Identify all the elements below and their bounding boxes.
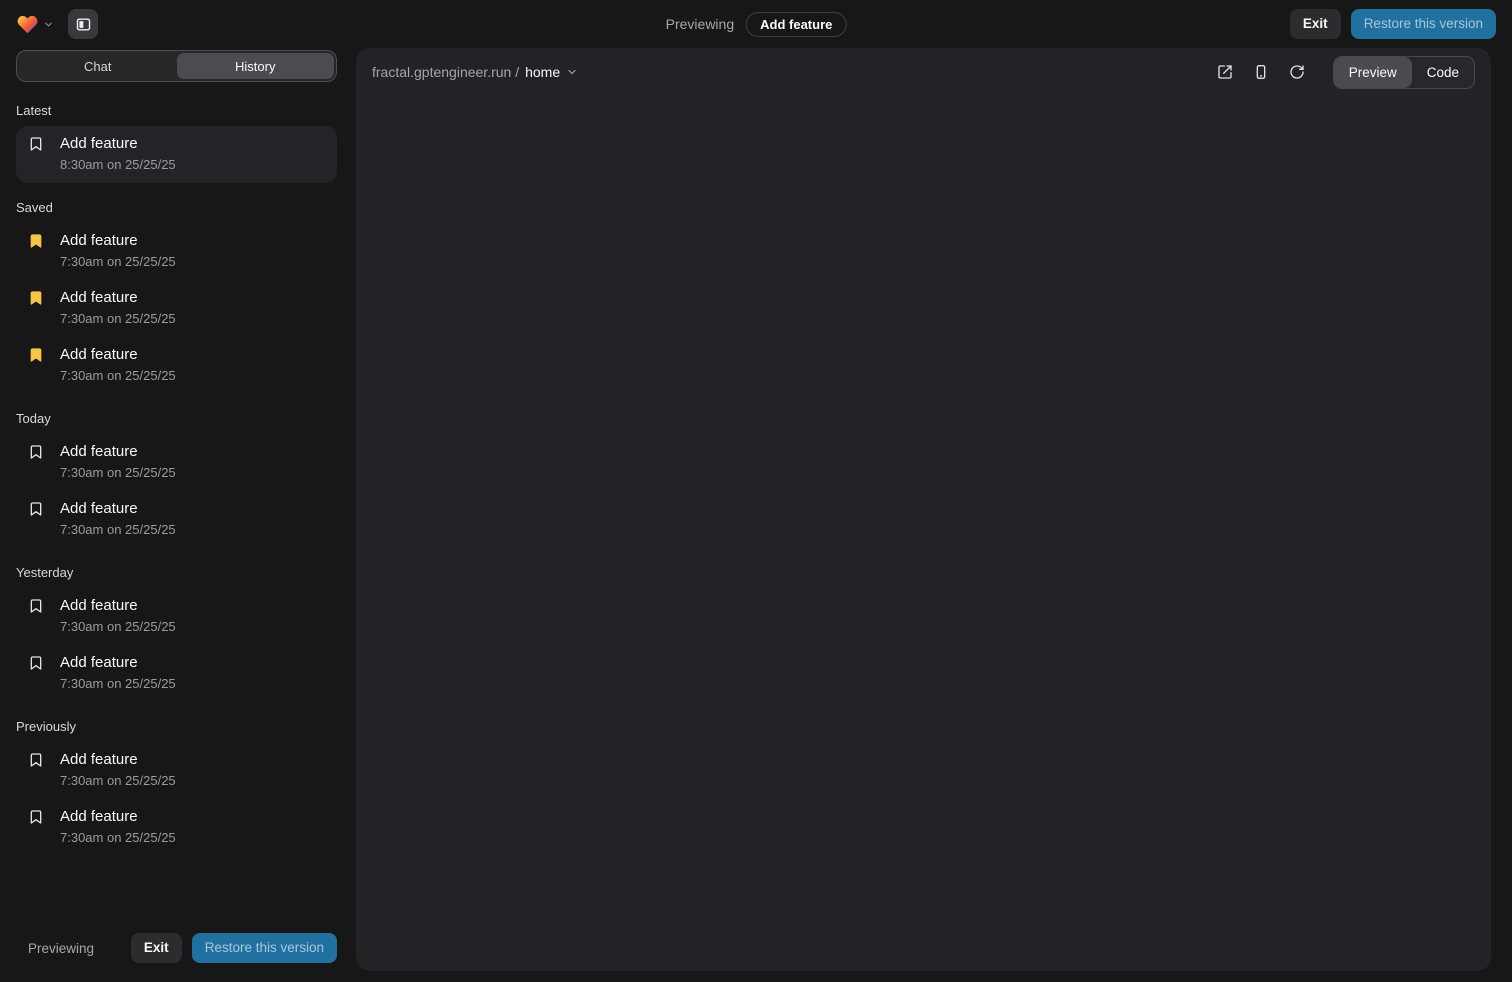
- version-item[interactable]: Add feature 7:30am on 25/25/25: [16, 588, 337, 645]
- history-section-latest: Latest Add feature 8:30am on 25/25/25: [16, 103, 337, 183]
- version-title: Add feature: [60, 289, 138, 306]
- version-item[interactable]: Add feature 8:30am on 25/25/25: [16, 126, 337, 183]
- version-title: Add feature: [60, 654, 138, 671]
- sidebar-toggle-button[interactable]: [68, 9, 98, 39]
- section-label: Latest: [16, 103, 337, 118]
- lovable-logo-icon: [16, 14, 39, 35]
- version-title: Add feature: [60, 135, 138, 152]
- bookmark-icon: [28, 136, 44, 152]
- bookmark-icon: [28, 752, 44, 768]
- topbar: Previewing Add feature Exit Restore this…: [0, 0, 1512, 48]
- version-item[interactable]: Add feature 7:30am on 25/25/25: [16, 799, 337, 856]
- version-title: Add feature: [60, 597, 138, 614]
- url-prefix: fractal.gptengineer.run /: [372, 64, 519, 80]
- section-items: Add feature 8:30am on 25/25/25: [16, 126, 337, 183]
- history-section-saved: Saved Add feature 7:30am on 25/25/25 Add…: [16, 200, 337, 394]
- main-layout: ChatHistory Latest Add feature 8:30am on…: [0, 48, 1512, 982]
- section-label: Yesterday: [16, 565, 337, 580]
- version-item[interactable]: Add feature 7:30am on 25/25/25: [16, 223, 337, 280]
- section-items: Add feature 7:30am on 25/25/25 Add featu…: [16, 742, 337, 856]
- version-item[interactable]: Add feature 7:30am on 25/25/25: [16, 645, 337, 702]
- bookmark-icon: [28, 655, 44, 671]
- exit-button[interactable]: Exit: [1290, 9, 1341, 39]
- tab-history[interactable]: History: [177, 53, 335, 79]
- bookmark-filled-icon: [28, 233, 44, 249]
- previewing-label: Previewing: [28, 941, 94, 956]
- version-title: Add feature: [60, 232, 138, 249]
- bookmark-icon: [28, 598, 44, 614]
- version-title: Add feature: [60, 443, 138, 460]
- history-section-today: Today Add feature 7:30am on 25/25/25 Add…: [16, 411, 337, 548]
- preview-panel: fractal.gptengineer.run / home: [356, 48, 1491, 971]
- version-title: Add feature: [60, 751, 138, 768]
- section-items: Add feature 7:30am on 25/25/25 Add featu…: [16, 223, 337, 394]
- version-time: 7:30am on 25/25/25: [60, 676, 325, 691]
- panel-left-icon: [75, 16, 92, 33]
- mobile-view-button[interactable]: [1247, 58, 1275, 86]
- preview-toolbar-icons: PreviewCode: [1211, 56, 1475, 89]
- toggle-preview[interactable]: Preview: [1334, 57, 1412, 88]
- version-item[interactable]: Add feature 7:30am on 25/25/25: [16, 742, 337, 799]
- external-link-icon: [1217, 64, 1233, 80]
- version-title: Add feature: [60, 500, 138, 517]
- open-in-new-tab-button[interactable]: [1211, 58, 1239, 86]
- history-section-yesterday: Yesterday Add feature 7:30am on 25/25/25…: [16, 565, 337, 702]
- version-time: 7:30am on 25/25/25: [60, 773, 325, 788]
- section-label: Today: [16, 411, 337, 426]
- version-time: 7:30am on 25/25/25: [60, 368, 325, 383]
- project-menu-button[interactable]: [16, 14, 54, 35]
- url-selector[interactable]: fractal.gptengineer.run / home: [372, 64, 578, 80]
- section-label: Previously: [16, 719, 337, 734]
- version-time: 7:30am on 25/25/25: [60, 619, 325, 634]
- section-label: Saved: [16, 200, 337, 215]
- bookmark-filled-icon: [28, 290, 44, 306]
- version-title: Add feature: [60, 808, 138, 825]
- tab-chat[interactable]: Chat: [19, 53, 177, 79]
- version-item[interactable]: Add feature 7:30am on 25/25/25: [16, 491, 337, 548]
- previewing-label: Previewing: [666, 16, 734, 32]
- sidebar-tabs: ChatHistory: [16, 50, 337, 82]
- version-time: 7:30am on 25/25/25: [60, 311, 325, 326]
- topbar-actions: Exit Restore this version: [1290, 9, 1496, 39]
- chevron-down-icon: [43, 19, 54, 30]
- bookmark-filled-icon: [28, 347, 44, 363]
- bookmark-icon: [28, 809, 44, 825]
- exit-button[interactable]: Exit: [131, 933, 182, 963]
- version-time: 8:30am on 25/25/25: [60, 157, 325, 172]
- preview-canvas: [356, 96, 1491, 971]
- url-page: home: [525, 64, 560, 80]
- history-section-previously: Previously Add feature 7:30am on 25/25/2…: [16, 719, 337, 856]
- refresh-icon: [1289, 64, 1305, 80]
- version-time: 7:30am on 25/25/25: [60, 465, 325, 480]
- version-item[interactable]: Add feature 7:30am on 25/25/25: [16, 434, 337, 491]
- restore-version-button[interactable]: Restore this version: [192, 933, 337, 963]
- section-items: Add feature 7:30am on 25/25/25 Add featu…: [16, 434, 337, 548]
- version-title: Add feature: [60, 346, 138, 363]
- smartphone-icon: [1253, 64, 1269, 80]
- brand-cluster: [16, 9, 98, 39]
- version-badge: Add feature: [746, 12, 846, 37]
- section-items: Add feature 7:30am on 25/25/25 Add featu…: [16, 588, 337, 702]
- version-time: 7:30am on 25/25/25: [60, 830, 325, 845]
- history-sidebar: ChatHistory Latest Add feature 8:30am on…: [16, 48, 337, 971]
- restore-version-button[interactable]: Restore this version: [1351, 9, 1496, 39]
- view-toggle: PreviewCode: [1333, 56, 1475, 89]
- history-list: Latest Add feature 8:30am on 25/25/25 Sa…: [16, 82, 337, 925]
- version-time: 7:30am on 25/25/25: [60, 254, 325, 269]
- bookmark-icon: [28, 444, 44, 460]
- sidebar-footer: Previewing Exit Restore this version: [16, 925, 337, 971]
- version-item[interactable]: Add feature 7:30am on 25/25/25: [16, 337, 337, 394]
- topbar-status: Previewing Add feature: [666, 0, 847, 48]
- version-item[interactable]: Add feature 7:30am on 25/25/25: [16, 280, 337, 337]
- chevron-down-icon: [566, 66, 578, 78]
- bookmark-icon: [28, 501, 44, 517]
- refresh-button[interactable]: [1283, 58, 1311, 86]
- preview-toolbar: fractal.gptengineer.run / home: [356, 48, 1491, 96]
- version-time: 7:30am on 25/25/25: [60, 522, 325, 537]
- toggle-code[interactable]: Code: [1412, 57, 1474, 88]
